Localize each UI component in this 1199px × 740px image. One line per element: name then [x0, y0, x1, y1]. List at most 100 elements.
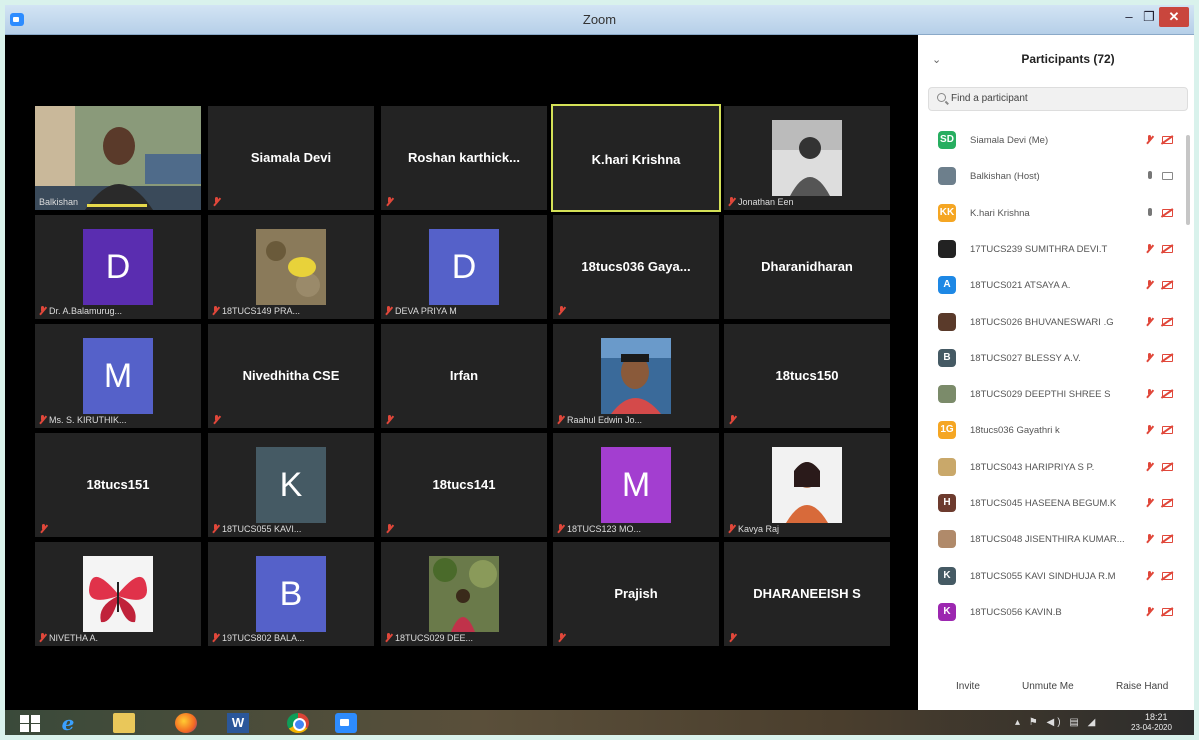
- video-tile[interactable]: 18tucs036 Gaya...: [553, 215, 719, 319]
- video-off-icon: [1162, 208, 1173, 217]
- participant-row[interactable]: H 18TUCS045 HASEENA BEGUM.K: [932, 487, 1184, 517]
- title-bar: Zoom – ❐ ✕: [5, 5, 1194, 35]
- participant-name: 18TUCS026 BHUVANESWARI .G: [970, 316, 1114, 328]
- video-off-icon: [1162, 426, 1173, 435]
- muted-mic-icon: [212, 306, 219, 315]
- video-off-icon: [1162, 317, 1173, 326]
- gallery-view: Balkishan Siamala Devi Roshan karthick..…: [5, 35, 918, 710]
- video-off-icon: [1162, 390, 1173, 399]
- participant-row[interactable]: 1G 18tucs036 Gayathri k: [932, 414, 1184, 444]
- video-tile[interactable]: DHARANEEISH S: [724, 542, 890, 646]
- active-speaker-tile[interactable]: K.hari Krishna: [551, 104, 721, 212]
- zoom-taskbar-icon[interactable]: [335, 713, 357, 733]
- tile-name: Dharanidharan: [761, 259, 853, 274]
- tile-name: DEVA PRIYA M: [395, 306, 457, 316]
- tile-name: 18TUCS055 KAVI...: [222, 524, 302, 534]
- video-tile[interactable]: Prajish: [553, 542, 719, 646]
- muted-mic-icon: [558, 633, 565, 642]
- video-tile[interactable]: 18tucs141: [381, 433, 547, 537]
- tile-name: Raahul Edwin Jo...: [567, 415, 643, 425]
- file-explorer-icon[interactable]: [113, 713, 135, 733]
- participant-name: 18TUCS043 HARIPRIYA S P.: [970, 461, 1095, 473]
- profile-photo: [83, 556, 153, 632]
- video-off-icon: [1162, 535, 1173, 544]
- mic-icon: [1148, 171, 1152, 180]
- participant-avatar: [938, 312, 956, 331]
- participant-name: 18TUCS021 ATSAYA A.: [970, 280, 1071, 292]
- video-tile[interactable]: Kavya Raj: [724, 433, 890, 537]
- muted-mic-icon: [386, 197, 393, 206]
- video-tile[interactable]: 18tucs150: [724, 324, 890, 428]
- clock-time[interactable]: 18:21: [1145, 712, 1168, 722]
- participant-avatar: H: [938, 494, 956, 512]
- video-tile[interactable]: Nivedhitha CSE: [208, 324, 374, 428]
- video-tile[interactable]: 18TUCS149 PRA...: [208, 215, 374, 319]
- video-off-icon: [1162, 607, 1173, 616]
- participant-row[interactable]: 17TUCS239 SUMITHRA DEVI.T: [932, 233, 1184, 263]
- tile-name: 18tucs150: [775, 368, 839, 383]
- participant-row[interactable]: 18TUCS029 DEEPTHI SHREE S: [932, 378, 1184, 408]
- video-tile[interactable]: M Ms. S. KIRUTHIK...: [35, 324, 201, 428]
- tile-name: Ms. S. KIRUTHIK...: [49, 415, 127, 425]
- participant-row[interactable]: SD Siamala Devi (Me): [932, 124, 1184, 154]
- tile-name: Jonathan Een: [738, 197, 794, 207]
- participant-row[interactable]: A 18TUCS021 ATSAYA A.: [932, 269, 1184, 299]
- close-button[interactable]: ✕: [1159, 7, 1189, 27]
- video-tile[interactable]: NIVETHA A.: [35, 542, 201, 646]
- participant-name: 18tucs036 Gayathri k: [970, 425, 1060, 437]
- search-field[interactable]: Find a participant: [928, 87, 1188, 111]
- profile-photo: [256, 229, 326, 305]
- participant-row[interactable]: 18TUCS048 JISENTHIRA KUMAR...: [932, 523, 1184, 553]
- video-tile[interactable]: 18tucs151: [35, 433, 201, 537]
- tile-name: Kavya Raj: [738, 524, 780, 534]
- video-tile[interactable]: B 19TUCS802 BALA...: [208, 542, 374, 646]
- minimize-button[interactable]: –: [1119, 7, 1139, 27]
- start-windows-icon[interactable]: [19, 713, 41, 733]
- video-tile[interactable]: Jonathan Een: [724, 106, 890, 210]
- participant-row[interactable]: Balkishan (Host): [932, 160, 1184, 190]
- chrome-icon[interactable]: [287, 713, 309, 733]
- avatar: B: [256, 556, 326, 632]
- participant-row[interactable]: KK K.hari Krishna: [932, 197, 1184, 227]
- muted-mic-icon: [1146, 352, 1153, 362]
- tile-name: 18tucs151: [86, 477, 150, 492]
- video-tile[interactable]: M 18TUCS123 MO...: [553, 433, 719, 537]
- participant-avatar: K: [938, 602, 956, 621]
- participant-row[interactable]: B 18TUCS027 BLESSY A.V.: [932, 342, 1184, 372]
- muted-mic-icon: [212, 524, 219, 533]
- participant-avatar: [938, 385, 956, 404]
- internet-explorer-icon[interactable]: e: [57, 713, 79, 733]
- profile-photo: [772, 447, 842, 523]
- system-tray-icons[interactable]: ▴ ⚑ ◀) ▤ ◢: [1015, 717, 1098, 728]
- invite-button[interactable]: Invite: [956, 681, 980, 692]
- word-icon[interactable]: W: [227, 713, 249, 733]
- maximize-button[interactable]: ❐: [1139, 7, 1159, 27]
- participant-name: 18TUCS056 KAVIN.B: [970, 606, 1062, 618]
- video-tile[interactable]: D Dr. A.Balamurug...: [35, 215, 201, 319]
- participant-row[interactable]: K 18TUCS055 KAVI SINDHUJA R.M: [932, 560, 1184, 590]
- participant-row[interactable]: 18TUCS043 HARIPRIYA S P.: [932, 451, 1184, 481]
- raise-hand-button[interactable]: Raise Hand: [1116, 681, 1168, 692]
- video-tile[interactable]: Roshan karthick...: [381, 106, 547, 210]
- unmute-me-button[interactable]: Unmute Me: [1022, 681, 1074, 692]
- muted-mic-icon: [729, 633, 736, 642]
- profile-photo: [429, 556, 499, 632]
- participant-row[interactable]: 18TUCS026 BHUVANESWARI .G: [932, 306, 1184, 336]
- firefox-icon[interactable]: [175, 713, 197, 733]
- avatar: K: [256, 447, 326, 523]
- video-tile[interactable]: K 18TUCS055 KAVI...: [208, 433, 374, 537]
- video-tile[interactable]: 18TUCS029 DEE...: [381, 542, 547, 646]
- video-tile[interactable]: Balkishan: [35, 106, 201, 210]
- search-input[interactable]: Find a participant: [951, 93, 1028, 104]
- muted-mic-icon: [1146, 570, 1153, 580]
- scrollbar[interactable]: [1186, 135, 1190, 225]
- video-tile[interactable]: Raahul Edwin Jo...: [553, 324, 719, 428]
- participant-row[interactable]: K 18TUCS056 KAVIN.B: [932, 596, 1184, 626]
- video-tile[interactable]: Siamala Devi: [208, 106, 374, 210]
- video-tile[interactable]: Irfan: [381, 324, 547, 428]
- muted-mic-icon: [1146, 498, 1153, 507]
- video-tile[interactable]: Dharanidharan: [724, 215, 890, 319]
- participant-name: 18TUCS027 BLESSY A.V.: [970, 352, 1081, 364]
- clock-date[interactable]: 23-04-2020: [1131, 723, 1172, 732]
- video-tile[interactable]: D DEVA PRIYA M: [381, 215, 547, 319]
